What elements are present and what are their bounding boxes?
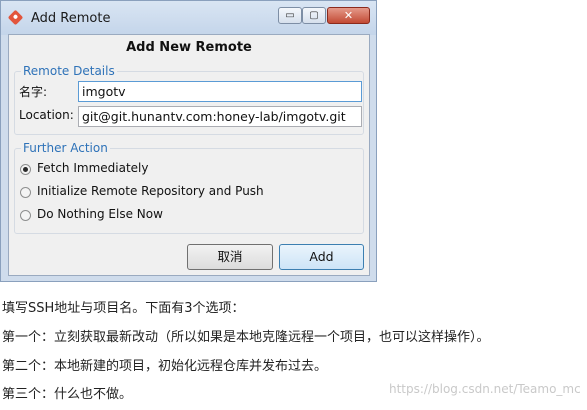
title-bar[interactable]: Add Remote ▭ ▢ ✕: [1, 1, 376, 35]
article-line-3: 第二个：本地新建的项目，初始化远程仓库并发布过去。: [2, 359, 328, 374]
name-label: 名字:: [19, 85, 48, 99]
dialog-heading: Add New Remote: [126, 40, 252, 55]
radio-unselected-icon[interactable]: [20, 187, 31, 198]
minimize-button[interactable]: ▭: [278, 7, 302, 24]
further-action-group: Further Action Fetch Immediately Initial…: [14, 141, 364, 234]
add-button[interactable]: Add: [279, 244, 364, 270]
radio-label: Do Nothing Else Now: [37, 207, 163, 221]
further-action-title: Further Action: [21, 141, 110, 155]
article-line-4: 第三个：什么也不做。: [2, 387, 133, 402]
remote-name-input[interactable]: imgotv: [78, 81, 362, 102]
close-button[interactable]: ✕: [327, 7, 370, 24]
article-line-1: 填写SSH地址与项目名。下面有3个选项：: [2, 301, 245, 316]
window-title: Add Remote: [31, 11, 111, 26]
maximize-icon: ▢: [309, 10, 319, 21]
remote-details-group: Remote Details 名字: imgotv Location: git@…: [14, 64, 364, 135]
radio-label: Fetch Immediately: [37, 161, 149, 175]
location-label: Location:: [19, 108, 74, 122]
radio-selected-icon[interactable]: [20, 164, 31, 175]
cancel-button[interactable]: 取消: [187, 244, 273, 270]
dialog-body: Add New Remote Remote Details 名字: imgotv…: [8, 34, 370, 276]
remote-details-title: Remote Details: [21, 64, 117, 78]
radio-label: Initialize Remote Repository and Push: [37, 184, 264, 198]
remote-location-input[interactable]: git@git.hunantv.com:honey-lab/imgotv.git: [78, 106, 362, 127]
add-remote-dialog: Add Remote ▭ ▢ ✕ Add New Remote Remote D…: [0, 0, 377, 282]
article-line-2: 第一个：立刻获取最新改动（所以如果是本地克隆远程一个项目，也可以这样操作）。: [2, 330, 490, 345]
sourcetree-app-icon: [7, 9, 24, 26]
maximize-button[interactable]: ▢: [302, 7, 326, 24]
radio-unselected-icon[interactable]: [20, 210, 31, 221]
minimize-icon: ▭: [285, 10, 295, 21]
blog-watermark: https://blog.csdn.net/Teamo_mc: [389, 382, 581, 396]
close-icon: ✕: [343, 9, 354, 22]
